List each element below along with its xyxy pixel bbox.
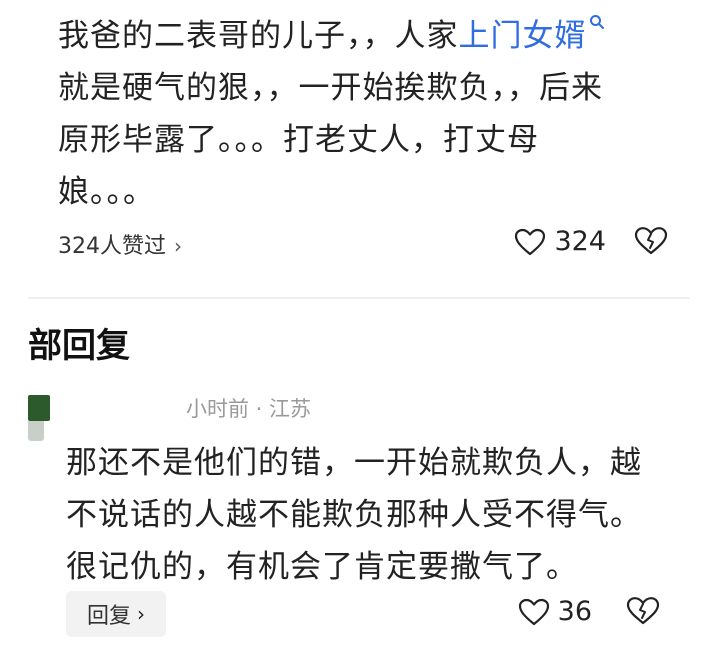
heart-icon xyxy=(515,228,546,255)
like-button[interactable]: 324 xyxy=(514,226,606,257)
chevron-right-icon: › xyxy=(137,602,145,626)
likers-link[interactable]: 324人赞过 › xyxy=(58,228,182,260)
dislike-button[interactable] xyxy=(634,226,668,260)
chevron-right-icon: › xyxy=(174,234,182,258)
search-icon[interactable] xyxy=(589,14,605,30)
avatar[interactable] xyxy=(28,395,50,421)
reply-like-button[interactable]: 36 xyxy=(518,596,592,627)
top-comment-line-3: 原形毕露了。。。打老丈人，打丈母 xyxy=(58,122,539,158)
broken-heart-icon xyxy=(634,227,668,255)
top-comment-line-1-text: 我爸的二表哥的儿子，，人家 xyxy=(58,18,459,54)
heart-icon xyxy=(518,598,549,625)
broken-heart-icon xyxy=(626,597,660,625)
reply-like-count: 36 xyxy=(557,596,592,627)
top-comment-line-2: 就是硬气的狠，，一开始挨欺负，，后来 xyxy=(58,70,603,106)
top-comment-actions: 324人赞过 › 324 xyxy=(58,226,668,262)
reply-text: 那还不是他们的错，一开始就欺负人，越 不说话的人越不能欺负那种人受不得气。 很记… xyxy=(66,437,676,593)
likers-label: 324人赞过 xyxy=(58,234,166,259)
top-comment-text: 我爸的二表哥的儿子，，人家上门女婿 就是硬气的狠，，一开始挨欺负，，后来 原形毕… xyxy=(58,10,678,218)
reply-button[interactable]: 回复 › xyxy=(66,591,166,637)
section-divider xyxy=(28,297,690,299)
keyword-link[interactable]: 上门女婿 xyxy=(459,18,587,54)
top-comment-line-4: 娘。。。 xyxy=(58,174,155,210)
reply-line-2: 不说话的人越不能欺负那种人受不得气。 xyxy=(66,497,642,533)
reply-meta: 小时前 · 江苏 xyxy=(186,397,312,421)
reply-line-3: 很记仇的，有机会了肯定要撒气了。 xyxy=(66,549,578,585)
reply-button-label: 回复 xyxy=(86,604,131,629)
top-comment: 我爸的二表哥的儿子，，人家上门女婿 就是硬气的狠，，一开始挨欺负，，后来 原形毕… xyxy=(58,10,678,218)
avatar-shadow xyxy=(28,421,44,441)
like-count: 324 xyxy=(554,226,606,257)
top-comment-line-1: 我爸的二表哥的儿子，，人家上门女婿 xyxy=(58,10,678,62)
reply-dislike-button[interactable] xyxy=(626,596,660,630)
section-title: 部回复 xyxy=(28,326,130,366)
reply-line-1: 那还不是他们的错，一开始就欺负人，越 xyxy=(66,445,642,481)
